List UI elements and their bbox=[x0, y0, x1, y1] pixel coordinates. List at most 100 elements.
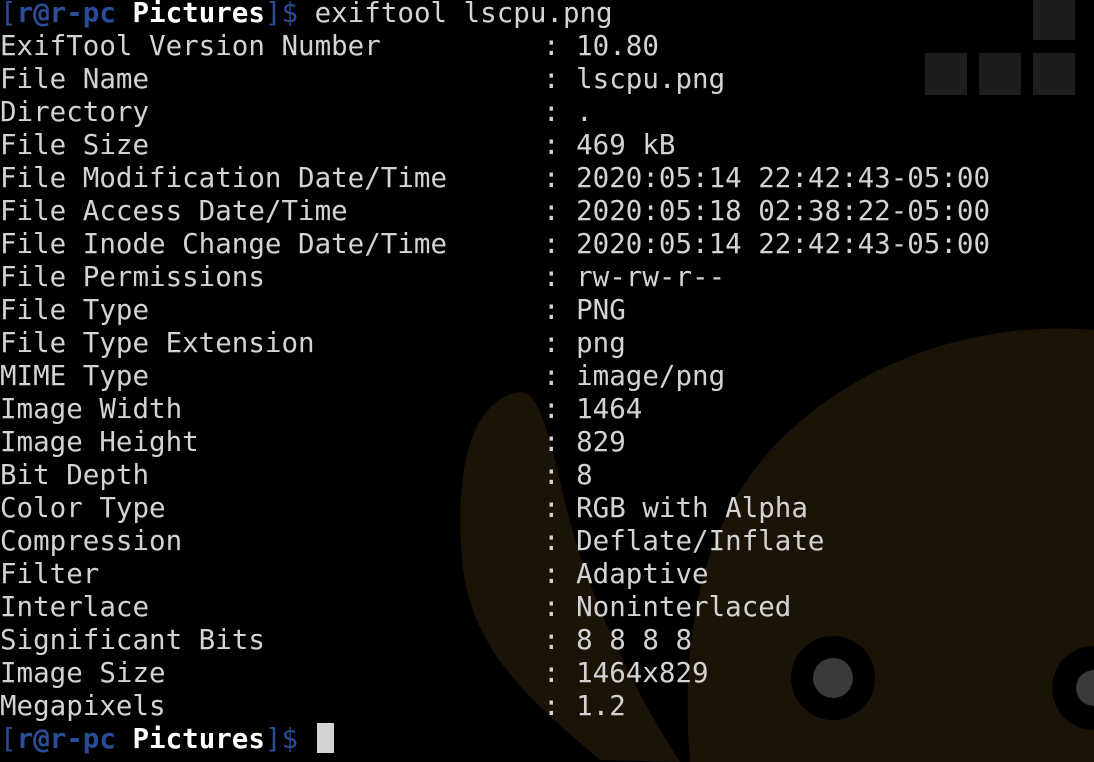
prompt-dollar: $ bbox=[281, 723, 299, 755]
exif-value-text: PNG bbox=[576, 294, 626, 326]
exif-value-text: 10.80 bbox=[576, 30, 659, 62]
exif-value-text: 2020:05:14 22:42:43-05:00 bbox=[576, 162, 991, 194]
exif-separator: : bbox=[543, 657, 577, 689]
exif-value: : 829 bbox=[543, 426, 626, 459]
exif-separator: : bbox=[543, 525, 577, 557]
exif-separator: : bbox=[543, 96, 577, 128]
prompt-cwd: Pictures bbox=[132, 723, 265, 755]
exif-key: File Access Date/Time bbox=[0, 195, 348, 227]
terminal-window[interactable]: [r@r-pc Pictures]$ exiftool lscpu.png Ex… bbox=[0, 0, 1094, 762]
exif-key: Interlace bbox=[0, 591, 150, 623]
exif-key: Compression bbox=[0, 525, 183, 557]
exif-key: Bit Depth bbox=[0, 459, 150, 491]
exif-separator: : bbox=[543, 162, 577, 194]
exif-separator: : bbox=[543, 129, 577, 161]
exif-row: File Modification Date/Time: 2020:05:14 … bbox=[0, 162, 990, 195]
exif-row: Directory : . bbox=[0, 96, 593, 129]
exif-row: ExifTool Version Number: 10.80 bbox=[0, 30, 659, 63]
exif-value: : 1464 bbox=[543, 393, 642, 426]
exif-key: Image Size bbox=[0, 657, 166, 689]
exif-key: File Type bbox=[0, 294, 150, 326]
prompt-dollar: $ bbox=[281, 0, 299, 29]
exif-value-text: Noninterlaced bbox=[576, 591, 792, 623]
exif-key: Megapixels bbox=[0, 690, 166, 722]
exif-separator: : bbox=[543, 30, 577, 62]
exif-row: Significant Bits : 8 8 8 8 bbox=[0, 624, 692, 657]
exif-key: File Permissions bbox=[0, 261, 265, 293]
exif-separator: : bbox=[543, 459, 577, 491]
exif-separator: : bbox=[543, 591, 577, 623]
exif-separator: : bbox=[543, 624, 577, 656]
exif-key: Significant Bits bbox=[0, 624, 265, 656]
exif-value: : 1464x829 bbox=[543, 657, 709, 690]
exif-value: : 1.2 bbox=[543, 690, 626, 723]
exif-key: File Modification Date/Time bbox=[0, 162, 448, 194]
exif-row: Color Type: RGB with Alpha bbox=[0, 492, 808, 525]
exif-value: : image/png bbox=[543, 360, 725, 393]
exif-separator: : bbox=[543, 690, 577, 722]
exif-value-text: Adaptive bbox=[576, 558, 709, 590]
exif-row: File Type: PNG bbox=[0, 294, 626, 327]
exif-separator: : bbox=[543, 426, 577, 458]
exif-value-text: RGB with Alpha bbox=[576, 492, 808, 524]
exif-value: : rw-rw-r-- bbox=[543, 261, 725, 294]
exif-value-text: 1.2 bbox=[576, 690, 626, 722]
exif-row: Image Width : 1464 bbox=[0, 393, 642, 426]
exif-key: MIME Type bbox=[0, 360, 150, 392]
exif-value-text: 469 kB bbox=[576, 129, 676, 161]
exif-key: Image Width bbox=[0, 393, 183, 425]
exif-value: : 2020:05:14 22:42:43-05:00 bbox=[543, 162, 990, 195]
command-text: exiftool lscpu.png bbox=[298, 0, 613, 29]
exif-value: : lscpu.png bbox=[543, 63, 725, 96]
exif-key: Filter bbox=[0, 558, 100, 590]
exif-key: Directory bbox=[0, 96, 150, 128]
exif-value: : 469 kB bbox=[543, 129, 675, 162]
exif-value-text: image/png bbox=[576, 360, 726, 392]
exif-value-text: 829 bbox=[576, 426, 626, 458]
exif-value-text: 1464 bbox=[576, 393, 643, 425]
exif-separator: : bbox=[543, 228, 577, 260]
text-cursor[interactable] bbox=[316, 723, 334, 753]
prompt-close-bracket: ] bbox=[264, 723, 282, 755]
exif-row: Megapixels: 1.2 bbox=[0, 690, 626, 723]
exif-key: ExifTool Version Number bbox=[0, 30, 381, 62]
exif-key: Image Height bbox=[0, 426, 199, 458]
exif-row: File Permissions : rw-rw-r-- bbox=[0, 261, 725, 294]
exif-value: : 8 8 8 8 bbox=[543, 624, 692, 657]
exif-value: : Noninterlaced bbox=[543, 591, 791, 624]
exif-row: Bit Depth: 8 bbox=[0, 459, 593, 492]
exif-separator: : bbox=[543, 558, 577, 590]
exif-separator: : bbox=[543, 63, 577, 95]
exif-separator: : bbox=[543, 360, 577, 392]
exif-key: File Type Extension bbox=[0, 327, 315, 359]
exif-value-text: lscpu.png bbox=[576, 63, 726, 95]
prompt-userhost: r@r-pc bbox=[16, 0, 116, 29]
prompt-cwd: Pictures bbox=[132, 0, 265, 29]
exif-row: File Type Extension: png bbox=[0, 327, 626, 360]
exif-value: : . bbox=[543, 96, 593, 129]
exif-value: : 2020:05:14 22:42:43-05:00 bbox=[543, 228, 990, 261]
exif-value: : 10.80 bbox=[543, 30, 659, 63]
exif-separator: : bbox=[543, 492, 577, 524]
exif-row: MIME Type: image/png bbox=[0, 360, 725, 393]
exif-key: File Name bbox=[0, 63, 150, 95]
prompt-close-bracket: ] bbox=[264, 0, 282, 29]
exif-value-text: Deflate/Inflate bbox=[576, 525, 825, 557]
exif-row: Image Height: 829 bbox=[0, 426, 626, 459]
exif-row: File Name: lscpu.png bbox=[0, 63, 725, 96]
exif-separator: : bbox=[543, 327, 577, 359]
exif-value-text: 8 bbox=[576, 459, 593, 491]
exif-row: File Inode Change Date/Time: 2020:05:14 … bbox=[0, 228, 990, 261]
prompt-open-bracket: [ bbox=[0, 0, 17, 29]
exif-row: Filter: Adaptive bbox=[0, 558, 709, 591]
exif-separator: : bbox=[543, 294, 577, 326]
exif-row: Compression: Deflate/Inflate bbox=[0, 525, 824, 558]
command-prompt-line[interactable]: [r@r-pc Pictures]$ bbox=[0, 723, 334, 756]
exif-value: : Deflate/Inflate bbox=[543, 525, 824, 558]
prompt-open-bracket: [ bbox=[0, 723, 17, 755]
exif-value-text: 1464x829 bbox=[576, 657, 709, 689]
exif-value: : RGB with Alpha bbox=[543, 492, 808, 525]
exif-value-text: rw-rw-r-- bbox=[576, 261, 726, 293]
